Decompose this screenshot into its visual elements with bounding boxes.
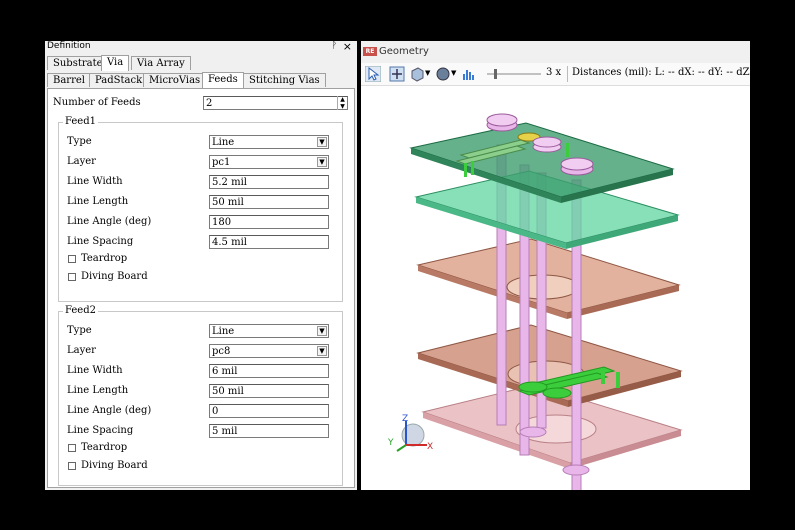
feed1-spacing-field[interactable]: 4.5 mil [209,235,329,249]
tab-via[interactable]: Via [101,55,130,71]
feed2-length-field[interactable]: 50 mil [209,384,329,398]
histogram-icon[interactable] [461,66,477,82]
axis-x-label: X [427,442,433,452]
feed1-legend: Feed1 [63,116,98,127]
app-logo-icon: RE [363,47,377,56]
zoom-level: 3 x [546,67,562,78]
feed2-group: Feed2 Type Line ▼ Layer pc8 ▼ Line Width… [58,305,343,486]
geometry-toolbar: ▼ ▼ 3 x Distances (mil): L: -- dX: -- dY… [361,63,763,86]
feed1-teardrop-label: Teardrop [81,253,128,264]
tab-substrate[interactable]: Substrate [47,56,109,70]
feed2-width-label: Line Width [67,365,123,376]
feed2-diving-board-checkbox[interactable] [68,462,76,470]
feed2-spacing-label: Line Spacing [67,425,134,436]
feed1-layer-label: Layer [67,156,96,167]
feed2-layer-label: Layer [67,345,96,356]
close-icon[interactable]: × [343,40,352,53]
fit-view-icon[interactable] [389,66,405,82]
chevron-down-icon[interactable]: ▼ [451,69,456,77]
select-arrow-icon[interactable] [365,66,381,82]
feed1-length-label: Line Length [67,196,129,207]
chevron-down-icon[interactable]: ▼ [317,157,327,167]
geometry-titlebar: RE Geometry [361,41,750,63]
panel-title: Definition [47,41,91,51]
geometry-title: Geometry [379,46,429,57]
tab-padstack[interactable]: PadStack [89,73,149,87]
tab-barrel[interactable]: Barrel [47,73,91,87]
via-pad [560,157,594,171]
feed2-teardrop-label: Teardrop [81,442,128,453]
view-box-icon[interactable] [409,66,425,82]
distances-readout: Distances (mil): L: -- dX: -- dY: -- dZ:… [572,67,763,78]
via-pad [486,113,518,127]
feed1-spacing-label: Line Spacing [67,236,134,247]
toolbar-divider [567,66,568,82]
feed2-layer-select[interactable]: pc8 ▼ [209,344,329,358]
shading-icon[interactable] [435,66,451,82]
axis-triad-icon: Z Y X [387,414,433,452]
panel-titlebar: Definition ᚹ × [45,40,357,54]
via-3d-view[interactable]: Z Y X [361,85,750,490]
chevron-down-icon[interactable]: ▼ [317,137,327,147]
chevron-down-icon[interactable]: ▼ [425,69,430,77]
via-pad [532,136,562,148]
definition-panel: Definition ᚹ × Substrate Via Via Array B… [45,40,357,490]
feed1-angle-label: Line Angle (deg) [67,216,152,227]
tab-microvias[interactable]: MicroVias [143,73,207,87]
feed2-type-value: Line [212,326,235,337]
feed1-length-field[interactable]: 50 mil [209,195,329,209]
zoom-slider[interactable] [485,68,543,80]
number-of-feeds-value: 2 [206,98,213,109]
spinner-icon[interactable]: ▲ ▼ [337,96,347,110]
feed1-angle-field[interactable]: 180 [209,215,329,229]
number-of-feeds-label: Number of Feeds [53,97,141,108]
geometry-panel: RE Geometry ▼ ▼ 3 x Distances (mil): L: … [361,41,763,490]
axis-z-label: Z [402,414,408,424]
tab-via-array[interactable]: Via Array [131,56,191,70]
tab-feeds[interactable]: Feeds [202,72,244,88]
number-of-feeds-field[interactable]: 2 ▲ ▼ [203,96,348,110]
chevron-down-icon[interactable]: ▼ [317,326,327,336]
feed1-type-select[interactable]: Line ▼ [209,135,329,149]
feed1-type-value: Line [212,137,235,148]
feed1-width-field[interactable]: 5.2 mil [209,175,329,189]
feed2-diving-board-label: Diving Board [81,460,148,471]
feed2-length-label: Line Length [67,385,129,396]
feed2-width-field[interactable]: 6 mil [209,364,329,378]
feed1-layer-select[interactable]: pc1 ▼ [209,155,329,169]
feed1-type-label: Type [67,136,92,147]
feed2-layer-value: pc8 [212,346,231,357]
feeds-content: Number of Feeds 2 ▲ ▼ Feed1 Type Line ▼ L… [47,88,355,488]
axis-y-label: Y [387,438,394,448]
feed1-layer-value: pc1 [212,157,231,168]
chevron-down-icon[interactable]: ▼ [317,346,327,356]
feed2-teardrop-checkbox[interactable] [68,444,76,452]
feed1-diving-board-label: Diving Board [81,271,148,282]
feed2-type-label: Type [67,325,92,336]
feed1-diving-board-checkbox[interactable] [68,273,76,281]
feed1-group: Feed1 Type Line ▼ Layer pc1 ▼ Line Width… [58,116,343,302]
top-plane [409,122,675,198]
feed1-width-label: Line Width [67,176,123,187]
feed2-type-select[interactable]: Line ▼ [209,324,329,338]
feed2-angle-label: Line Angle (deg) [67,405,152,416]
feed2-angle-field[interactable]: 0 [209,404,329,418]
tab-stitching-vias[interactable]: Stitching Vias [243,73,326,87]
feed1-teardrop-checkbox[interactable] [68,255,76,263]
feed2-spacing-field[interactable]: 5 mil [209,424,329,438]
via-pad [519,426,547,438]
via-pad [562,464,590,476]
pin-icon[interactable]: ᚹ [332,41,337,51]
feed2-legend: Feed2 [63,305,98,316]
